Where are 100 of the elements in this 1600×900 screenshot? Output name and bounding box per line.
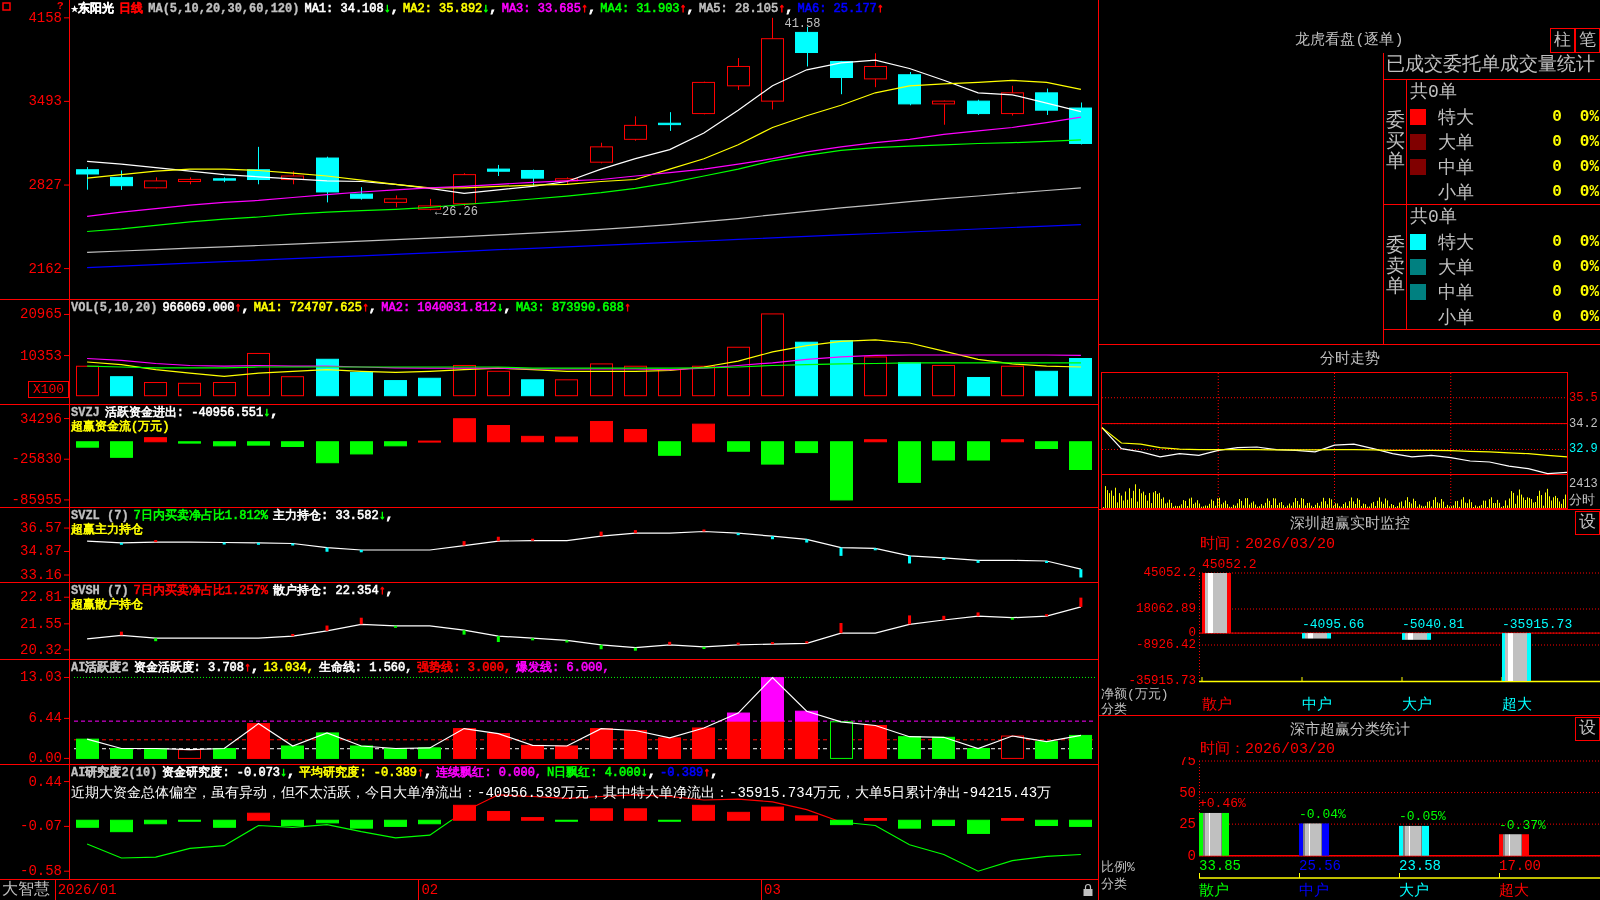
settings-button[interactable]: 设 (1575, 511, 1600, 535)
candlestick (76, 166, 99, 191)
axis-tick-label: 13.03 (20, 669, 62, 686)
trend-arrow: ↓, (280, 766, 295, 780)
fund-flow-bar (213, 441, 236, 447)
axis-tick-label: -0.07 (20, 818, 62, 835)
section-title: 分时走势 (1319, 349, 1380, 368)
x-axis-label: 分类 (1101, 701, 1127, 715)
volume-bar (624, 365, 647, 397)
indicator-name: MA(5,10,20,30,60,120) (148, 2, 300, 16)
axis-tick-label: 35.5 (1569, 390, 1598, 405)
period-label: 分时 (1569, 492, 1595, 508)
indicator-reading: 主力持仓: 33.582 (273, 509, 379, 523)
activity-bar (761, 677, 784, 722)
change-mark (325, 547, 329, 552)
indicator-reading: 连续飘红: 0.000, (436, 766, 543, 780)
indicator-reading: MA1: 724707.625 (253, 301, 362, 315)
trend-arrow: ↑, (361, 301, 377, 315)
candlestick (624, 115, 647, 142)
research-bar (384, 819, 407, 827)
change-mark (1079, 597, 1083, 607)
indicator-reading: 7日内买卖净占比1.812% (133, 509, 269, 523)
order-size-label: 大单 (1438, 131, 1475, 154)
research-bar (692, 804, 715, 821)
candlestick (247, 146, 270, 185)
axis-tick-label: 0 (1187, 847, 1196, 864)
volume-bar (76, 365, 99, 397)
change-mark (1045, 560, 1049, 563)
change-mark (633, 647, 637, 651)
axis-tick-label: 0.44 (28, 773, 62, 790)
trend-arrow: ↑, (417, 766, 432, 780)
fund-flow-bar (727, 441, 750, 452)
order-count: 0 (1552, 157, 1562, 176)
data-label: -35915.73 (1502, 616, 1573, 632)
volume-bar (932, 364, 955, 397)
change-mark (770, 536, 774, 540)
research-bar (213, 819, 236, 828)
change-label: -0.37% (1499, 817, 1546, 833)
indicator-reading: 散户持仓: 22.354 (273, 584, 379, 598)
trend-arrow: ↓, (640, 766, 656, 780)
volume-bar (555, 379, 578, 397)
change-mark (565, 640, 569, 643)
fund-flow-bar (624, 429, 647, 443)
fund-flow-bar (1035, 441, 1058, 449)
fund-flow-bar (1069, 441, 1092, 470)
category-label: 中户 (1302, 696, 1332, 714)
research-bar (761, 806, 784, 821)
x-axis-label: 分类 (1101, 876, 1127, 892)
activity-bar (487, 733, 510, 759)
order-size-label: 小单 (1438, 181, 1475, 204)
indicator-reading: 资金活跃度: 3.708 (133, 661, 245, 675)
order-share: 0% (1579, 132, 1599, 151)
indicator-subtitle: 超赢资金流(万元) (71, 420, 170, 434)
order-total: 共0单 (1410, 81, 1457, 104)
axis-tick-label: -35915.73 (1128, 674, 1196, 688)
axis-tick-label: 45052.2 (1143, 566, 1196, 580)
category-label: 中户 (1299, 882, 1329, 900)
activity-bar (281, 745, 304, 759)
axis-tick-label: 18062.89 (1136, 602, 1196, 616)
research-bar (590, 808, 613, 821)
indicator-name: 日线 (119, 2, 144, 16)
fund-flow-bar (795, 441, 818, 454)
volume-bar (384, 380, 407, 397)
change-mark (462, 541, 466, 546)
settings-button[interactable]: 设 (1575, 717, 1600, 741)
trend-arrow: ↑ (876, 2, 884, 16)
trend-arrow: ↓, (496, 301, 511, 315)
view-toggle-button[interactable]: 笔 (1575, 28, 1600, 53)
volume-bar (487, 370, 510, 397)
research-bar (281, 819, 304, 826)
axis-tick-label: 21.55 (20, 615, 62, 632)
view-toggle-button[interactable]: 柱 (1550, 28, 1575, 53)
research-bar (967, 819, 990, 834)
fund-flow-bar (967, 441, 990, 461)
change-mark (668, 641, 672, 645)
indicator-reading: MA2: 35.892 (403, 2, 483, 16)
indicator-name: SVZL (7) (71, 509, 129, 523)
brand-label: 大智慧 (2, 881, 50, 899)
change-mark (496, 636, 500, 643)
fund-flow-bar (898, 441, 921, 483)
trend-arrow: ↑, (679, 2, 694, 16)
candlestick (795, 26, 818, 67)
candlestick (590, 142, 613, 164)
order-count: 0 (1552, 182, 1562, 201)
volume-bar (727, 346, 750, 397)
trend-arrow: ↑, (580, 2, 596, 16)
research-bar (76, 819, 99, 828)
order-size-label: 小单 (1438, 306, 1475, 329)
share-bar (1299, 823, 1329, 856)
volume-bar (316, 358, 339, 397)
candlestick (864, 52, 887, 88)
trend-arrow: ↑, (234, 301, 249, 315)
research-bar (830, 819, 853, 826)
change-mark (908, 555, 912, 564)
indicator-reading: 活跃资金进出: -40956.551 (104, 406, 264, 420)
fund-flow-bar (658, 441, 681, 456)
order-share: 0% (1579, 232, 1599, 251)
change-mark (736, 533, 740, 536)
candlestick (658, 111, 681, 132)
fund-flow-bar (144, 437, 167, 443)
